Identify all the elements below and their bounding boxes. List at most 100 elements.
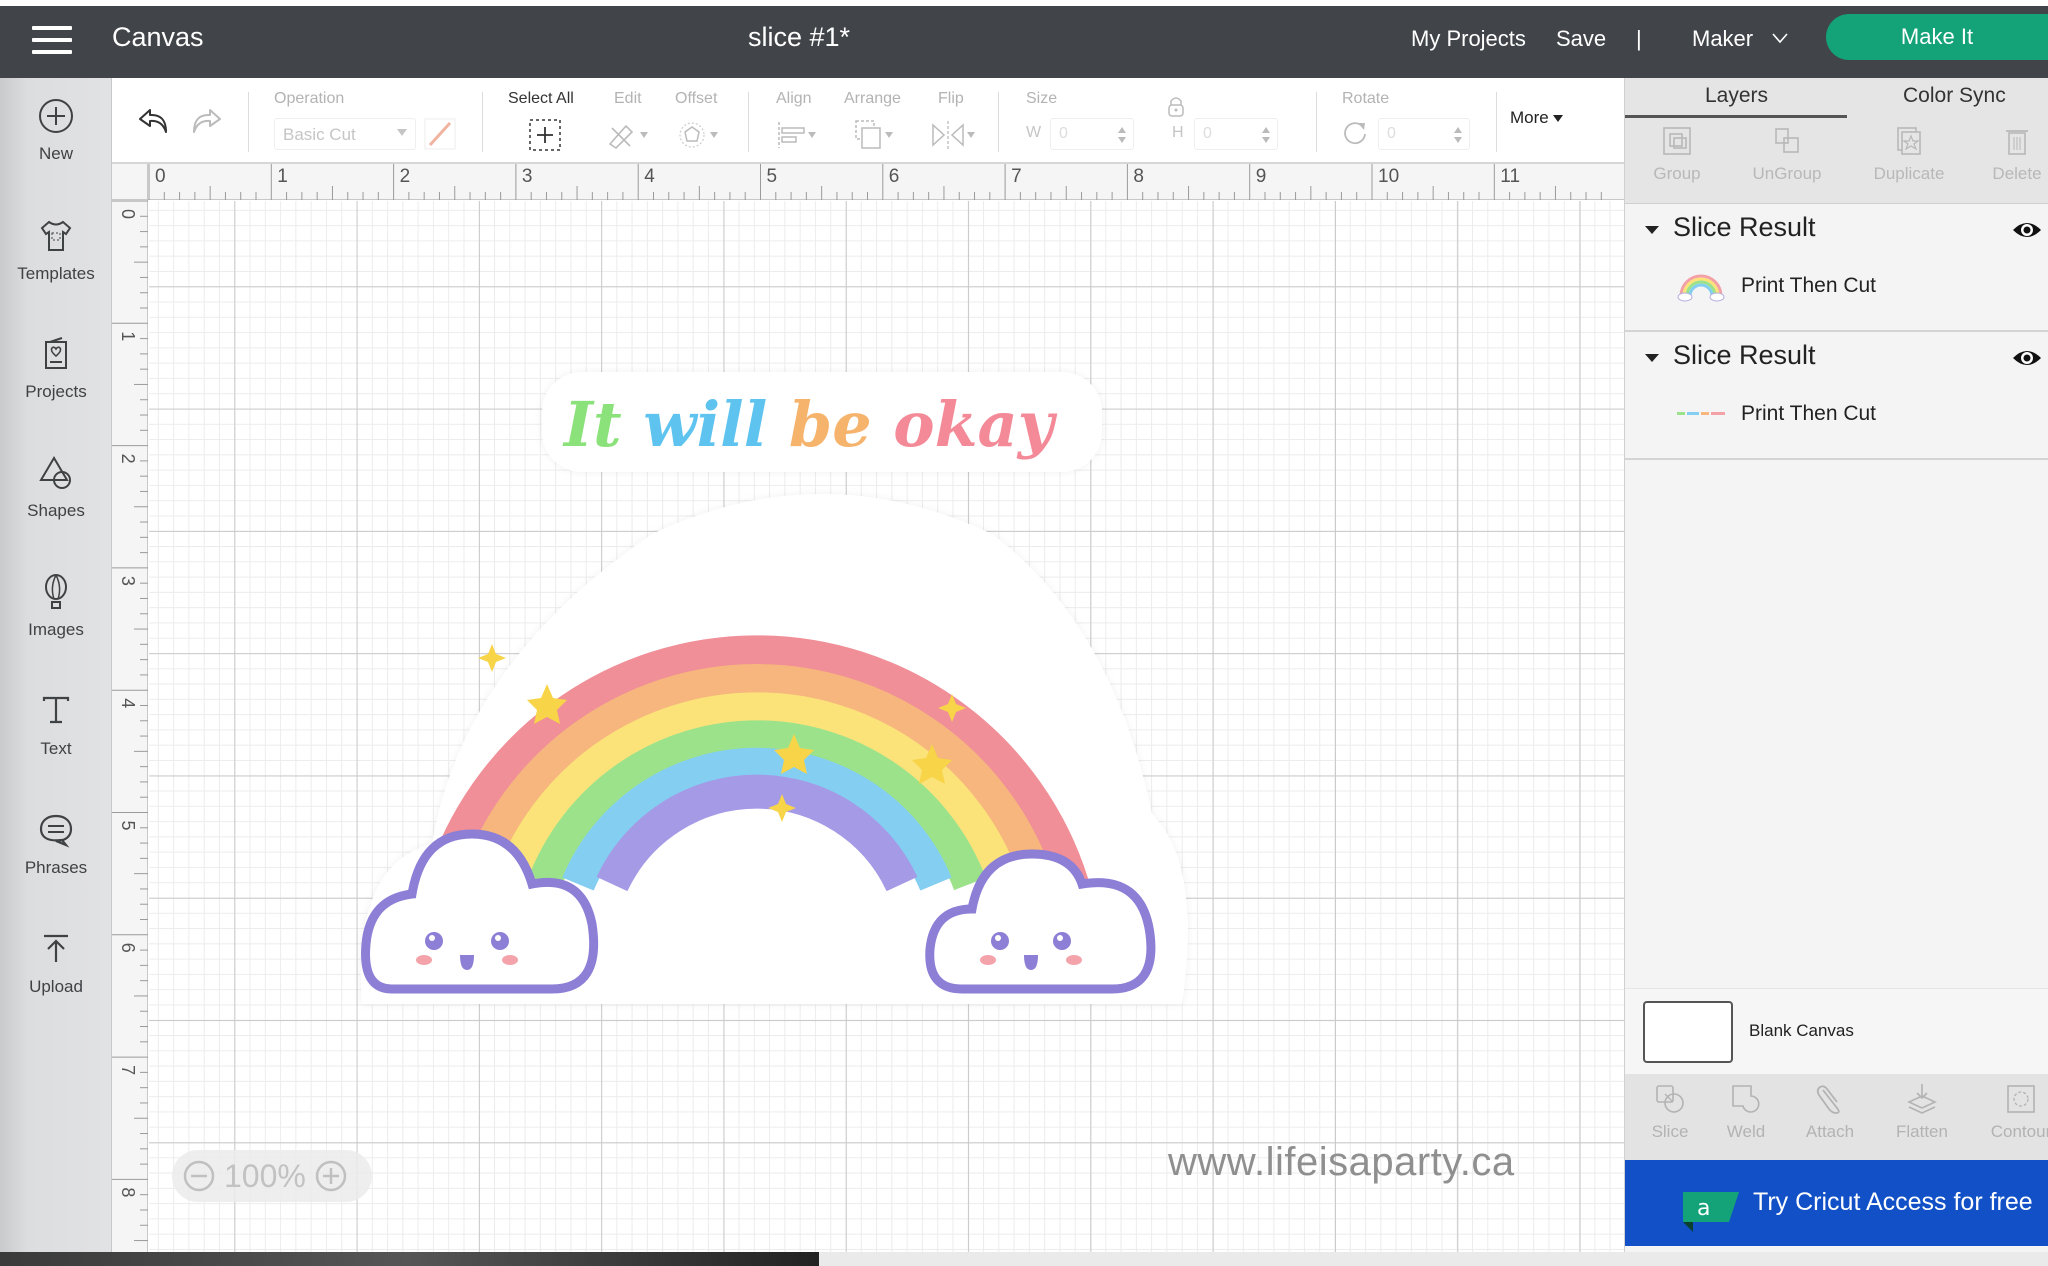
height-label: H bbox=[1172, 124, 1184, 141]
flip-icon[interactable] bbox=[930, 120, 980, 150]
layer-name[interactable]: Print Then Cut bbox=[1741, 274, 1876, 298]
ungroup-label: UnGroup bbox=[1752, 164, 1822, 183]
arrange-icon[interactable] bbox=[852, 118, 898, 152]
ruler-label-y: 1 bbox=[118, 331, 138, 341]
select-all-icon[interactable] bbox=[528, 118, 562, 152]
ruler-label-y: 7 bbox=[118, 1065, 138, 1075]
zoom-level: 100% bbox=[224, 1157, 306, 1194]
stepper-icon[interactable] bbox=[1453, 125, 1463, 145]
svg-text:a: a bbox=[1697, 1196, 1710, 1221]
weld-label: Weld bbox=[1726, 1122, 1766, 1141]
eye-icon[interactable] bbox=[2011, 218, 2043, 242]
text-icon bbox=[42, 696, 70, 724]
hamburger-icon[interactable] bbox=[32, 26, 72, 56]
operation-label: Operation bbox=[274, 90, 345, 107]
attach-button[interactable]: Attach bbox=[1799, 1082, 1861, 1142]
my-projects-link[interactable]: My Projects bbox=[1411, 26, 1526, 52]
height-input[interactable]: 0 bbox=[1194, 118, 1278, 150]
top-header: Canvas slice #1* My Projects Save | Make… bbox=[0, 6, 2048, 78]
ruler-label-x: 4 bbox=[644, 166, 655, 187]
tab-color-sync[interactable]: Color Sync bbox=[1903, 84, 2006, 108]
sidebar-item-text[interactable]: Text bbox=[0, 691, 112, 791]
cricut-access-banner[interactable]: a Try Cricut Access for free bbox=[1625, 1160, 2048, 1246]
ungroup-button[interactable]: UnGroup bbox=[1747, 124, 1827, 184]
collapse-triangle-icon[interactable] bbox=[1645, 354, 1659, 362]
delete-label: Delete bbox=[1992, 164, 2042, 183]
tab-layers[interactable]: Layers bbox=[1705, 84, 1768, 108]
sidebar-item-upload[interactable]: Upload bbox=[0, 929, 112, 1029]
rainbow-sticker-artwork[interactable]: It will be okay bbox=[352, 364, 1192, 1014]
select-all-label: Select All bbox=[508, 90, 574, 107]
width-value: 0 bbox=[1059, 125, 1068, 142]
ruler-label-x: 2 bbox=[400, 166, 411, 187]
layer-group[interactable]: Slice Result Print Then Cut bbox=[1625, 332, 2048, 460]
svg-text:It will be okay: It will be okay bbox=[562, 388, 1058, 461]
ruler-label-x: 0 bbox=[155, 166, 166, 187]
linetype-color-swatch[interactable] bbox=[424, 118, 456, 150]
make-it-button[interactable]: Make It bbox=[1826, 14, 2048, 60]
sidebar-item-phrases[interactable]: Phrases bbox=[0, 810, 112, 910]
chevron-down-icon[interactable] bbox=[1772, 30, 1788, 46]
contour-button[interactable]: Contour bbox=[1981, 1082, 2048, 1142]
toolbar-divider bbox=[748, 92, 749, 152]
flatten-label: Flatten bbox=[1896, 1122, 1948, 1141]
duplicate-icon bbox=[1897, 127, 1921, 155]
sidebar-item-new[interactable]: New bbox=[0, 96, 112, 196]
sidebar-item-images[interactable]: Images bbox=[0, 572, 112, 672]
header-separator: | bbox=[1636, 26, 1642, 51]
align-icon[interactable] bbox=[776, 120, 822, 150]
toolbar-divider bbox=[248, 92, 249, 152]
machine-selector[interactable]: Maker bbox=[1692, 26, 1753, 52]
left-sidebar: New Templates Projects Shapes Images Tex… bbox=[0, 78, 112, 1252]
cricut-access-logo-icon: a bbox=[1683, 1192, 1739, 1232]
ruler-label-x: 1 bbox=[277, 166, 288, 187]
sidebar-item-label: Text bbox=[40, 739, 72, 758]
rotate-input[interactable]: 0 bbox=[1378, 118, 1470, 150]
zoom-out-icon[interactable] bbox=[182, 1159, 216, 1193]
horizontal-ruler: 0 1 2 3 4 5 6 7 8 9 10 11 bbox=[112, 164, 1624, 200]
ruler-label-y: 6 bbox=[118, 943, 138, 953]
slice-icon bbox=[1656, 1085, 1684, 1113]
document-title: slice #1* bbox=[748, 22, 851, 52]
offset-icon[interactable] bbox=[678, 120, 724, 150]
eye-icon[interactable] bbox=[2011, 346, 2043, 370]
ruler-corner bbox=[112, 164, 148, 200]
canvas-color-swatch[interactable] bbox=[1643, 1001, 1733, 1063]
sidebar-item-shapes[interactable]: Shapes bbox=[0, 453, 112, 553]
blank-canvas-layer[interactable]: Blank Canvas bbox=[1625, 988, 2048, 1074]
stepper-icon[interactable] bbox=[1117, 125, 1127, 145]
group-button[interactable]: Group bbox=[1647, 124, 1707, 184]
stepper-icon[interactable] bbox=[1261, 125, 1271, 145]
undo-icon[interactable] bbox=[136, 102, 172, 138]
ruler-label-x: 10 bbox=[1378, 166, 1399, 187]
layer-group[interactable]: Slice Result Print Then Cut bbox=[1625, 204, 2048, 332]
zoom-in-icon[interactable] bbox=[314, 1159, 348, 1193]
width-input[interactable]: 0 bbox=[1050, 118, 1134, 150]
speech-bubble-icon bbox=[39, 814, 73, 848]
sidebar-item-label: Projects bbox=[25, 382, 87, 401]
ruler-label-y: 0 bbox=[118, 209, 138, 219]
more-button[interactable]: More bbox=[1510, 108, 1563, 128]
duplicate-button[interactable]: Duplicate bbox=[1859, 124, 1959, 184]
ruler-label-y: 2 bbox=[118, 454, 138, 464]
weld-button[interactable]: Weld bbox=[1721, 1082, 1771, 1142]
upload-icon bbox=[44, 934, 68, 962]
design-canvas[interactable]: 0 1 2 3 4 5 6 7 8 9 10 11 012345678 It w… bbox=[112, 164, 1624, 1252]
dropdown-caret-icon bbox=[397, 129, 407, 136]
lock-icon[interactable] bbox=[1164, 94, 1188, 118]
slice-button[interactable]: Slice bbox=[1645, 1082, 1695, 1142]
layer-name[interactable]: Print Then Cut bbox=[1741, 402, 1876, 426]
sidebar-item-label: Upload bbox=[29, 977, 83, 996]
flatten-button[interactable]: Flatten bbox=[1889, 1082, 1955, 1142]
redo-icon[interactable] bbox=[188, 102, 224, 138]
operation-select[interactable]: Basic Cut bbox=[274, 118, 416, 150]
sidebar-item-projects[interactable]: Projects bbox=[0, 334, 112, 434]
rotate-icon[interactable] bbox=[1340, 118, 1370, 148]
sidebar-item-templates[interactable]: Templates bbox=[0, 216, 112, 316]
edit-pencil-ruler-icon[interactable] bbox=[606, 120, 652, 150]
group-icon bbox=[1663, 127, 1691, 155]
sidebar-item-label: Shapes bbox=[27, 501, 85, 520]
save-link[interactable]: Save bbox=[1556, 26, 1606, 52]
collapse-triangle-icon[interactable] bbox=[1645, 226, 1659, 234]
delete-button[interactable]: Delete bbox=[1987, 124, 2047, 184]
